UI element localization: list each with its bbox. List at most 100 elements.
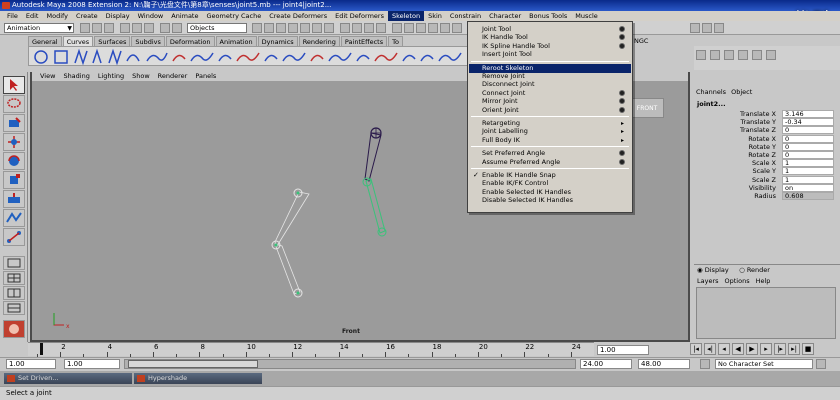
play-forwards-button[interactable]: ▶ [746,343,758,355]
viewport-menu-panels[interactable]: Panels [191,72,220,81]
stop-button[interactable]: ■ [802,343,814,355]
step-forward-key-button[interactable]: |▸ [774,343,786,355]
shelf-icon-extend[interactable] [282,52,306,62]
channel-value-field[interactable]: 1 [782,159,834,168]
menu-item-full-body-ik[interactable]: Full Body IK ▸ [469,136,631,145]
shelf-icon-add-points[interactable] [438,52,462,62]
snap-view-plane-icon[interactable] [376,23,386,33]
play-backwards-button[interactable]: ◀ [732,343,744,355]
step-forward-frame-button[interactable]: ▸ [760,343,772,355]
option-box-icon[interactable] [619,89,625,96]
channel-row-scale-z[interactable]: Scale Z 1 [696,175,836,184]
shelf-icon-detach-curves[interactable] [172,54,186,62]
manipulator-tool[interactable] [3,190,25,208]
menu-constrain[interactable]: Constrain [446,11,485,21]
soft-mod-tool[interactable] [3,209,25,227]
shelf-tab-rendering[interactable]: Rendering [298,36,340,46]
shelf-icon-intersect[interactable] [264,54,278,62]
range-end-field[interactable]: 24.00 [580,359,632,369]
layout-four-icon[interactable] [710,50,720,60]
menu-edit-deformers[interactable]: Edit Deformers [331,11,388,21]
layout-two-icon[interactable] [724,50,734,60]
option-box-icon[interactable] [619,106,625,113]
tool-settings-icon[interactable] [702,23,712,33]
shelf-icon-open-close[interactable] [218,54,232,62]
layer-menu-options[interactable]: Options [725,277,750,285]
auto-key-icon[interactable] [700,359,710,369]
range-slider-handle[interactable] [128,360,258,368]
character-set-field[interactable]: No Character Set [715,359,813,369]
menu-modify[interactable]: Modify [42,11,72,21]
layout-side-pane[interactable] [3,286,25,300]
select-component-icon[interactable] [144,23,154,33]
go-to-end-button[interactable]: ▸| [788,343,800,355]
input-field-icon[interactable] [440,23,450,33]
render-globals-icon[interactable] [428,23,438,33]
snap-grid-icon[interactable] [340,23,350,33]
new-scene-icon[interactable] [80,23,90,33]
shelf-icon-attach-curves[interactable] [146,52,168,62]
menu-set-selector[interactable]: Animation ▼ [4,23,74,33]
menu-create[interactable]: Create [72,11,102,21]
channel-row-translate-z[interactable]: Translate Z 0 [696,126,836,135]
channel-value-field[interactable]: -0.34 [782,118,834,127]
layout-outliner-icon[interactable] [738,50,748,60]
menu-edit[interactable]: Edit [22,11,43,21]
layout-single-pane[interactable] [3,256,25,270]
shelf-tab-animation[interactable]: Animation [215,36,257,46]
animation-prefs-icon[interactable] [816,359,826,369]
select-joints-icon[interactable] [288,23,298,33]
open-scene-icon[interactable] [92,23,102,33]
last-tool[interactable] [3,228,25,246]
option-box-icon[interactable] [619,42,625,49]
channel-box-toggle-icon[interactable] [452,23,462,33]
render-icon[interactable] [404,23,414,33]
shelf-icon-rebuild[interactable] [328,52,352,62]
shelf-tab-subdivs[interactable]: Subdivs [131,36,165,46]
white-joint-chain[interactable] [271,188,310,298]
option-box-icon[interactable] [619,98,625,105]
mask-filter-icon[interactable] [172,23,182,33]
step-back-frame-button[interactable]: ◂ [718,343,730,355]
shelf-icon-smooth[interactable] [420,54,434,62]
channel-value-field[interactable]: on [782,183,834,192]
layout-stack-pane[interactable] [3,301,25,315]
channel-row-translate-x[interactable]: Translate X 3.146 [696,110,836,118]
channel-row-rotate-y[interactable]: Rotate Y 0 [696,142,836,151]
viewcube[interactable]: FRONT [630,98,664,118]
menu-item-disable-selected-ik-handles[interactable]: Disable Selected IK Handles [469,196,631,205]
channel-box-node-name[interactable]: joint2... [697,100,726,108]
move-tool[interactable] [3,133,25,151]
history-icon[interactable] [392,23,402,33]
shelf-icon-align-curves[interactable] [190,52,214,62]
channel-row-visibility[interactable]: Visibility on [696,183,836,192]
ipr-render-icon[interactable] [416,23,426,33]
layout-single-icon[interactable] [696,50,706,60]
channel-row-scale-x[interactable]: Scale X 1 [696,159,836,168]
menu-file[interactable]: File [3,11,22,21]
shelf-icon-reverse[interactable] [356,54,370,62]
range-start-field[interactable]: 1.00 [64,359,120,369]
channel-value-field[interactable]: 1 [782,167,834,176]
layer-menu-layers[interactable]: Layers [697,277,719,285]
menu-item-insert-joint-tool[interactable]: Insert Joint Tool [469,50,631,59]
channel-row-scale-y[interactable]: Scale Y 1 [696,167,836,176]
select-handles-icon[interactable] [276,23,286,33]
select-object-icon[interactable] [132,23,142,33]
viewport-menu-shading[interactable]: Shading [59,72,93,81]
layout-hypershade-icon[interactable] [766,50,776,60]
option-box-icon[interactable] [619,26,625,32]
select-hierarchy-icon[interactable] [120,23,130,33]
step-back-key-button[interactable]: ◂| [704,343,716,355]
menu-window[interactable]: Window [134,11,168,21]
menu-bonus-tools[interactable]: Bonus Tools [525,11,571,21]
channel-box-icon[interactable] [714,23,724,33]
hypershade-tool[interactable] [3,320,25,338]
render-radio[interactable]: ○ Render [739,266,770,274]
paint-select-tool[interactable] [3,114,25,132]
channel-value-field[interactable]: 3.146 [782,110,834,118]
task-window-hypershade[interactable]: Hypershade [134,373,262,384]
objects-field[interactable]: Objects [187,23,247,33]
select-tool[interactable] [3,76,25,94]
current-time-field[interactable]: 1.00 [597,345,649,355]
